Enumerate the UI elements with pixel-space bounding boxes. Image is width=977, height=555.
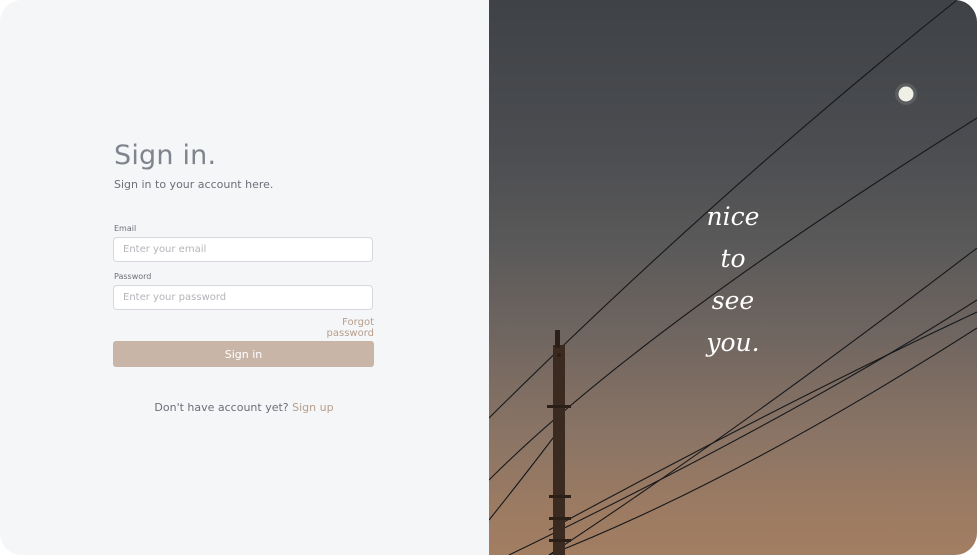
page-title: Sign in. — [114, 140, 217, 171]
password-field[interactable] — [113, 285, 373, 310]
email-field[interactable] — [113, 237, 373, 262]
tagline-line: to — [720, 244, 746, 273]
signup-row: Don't have account yet? Sign up — [114, 401, 374, 414]
sign-in-button[interactable]: Sign in — [113, 341, 374, 367]
password-label: Password — [114, 272, 152, 281]
signin-panel: Sign in. Sign in to your account here. E… — [0, 0, 489, 555]
sign-up-link[interactable]: Sign up — [292, 401, 333, 414]
tagline-line: nice — [706, 202, 760, 231]
hero-image-panel: nice to see you. — [489, 0, 977, 555]
tagline-line: see — [711, 286, 755, 315]
page-subtitle: Sign in to your account here. — [114, 178, 274, 191]
forgot-password-link[interactable]: Forgot password — [293, 317, 374, 339]
hero-tagline: nice to see you. — [683, 196, 783, 364]
utility-pole — [547, 330, 571, 555]
email-label: Email — [114, 224, 137, 233]
tagline-line: you. — [706, 328, 760, 357]
app-window: Sign in. Sign in to your account here. E… — [0, 0, 977, 555]
signup-prompt: Don't have account yet? — [154, 401, 289, 414]
